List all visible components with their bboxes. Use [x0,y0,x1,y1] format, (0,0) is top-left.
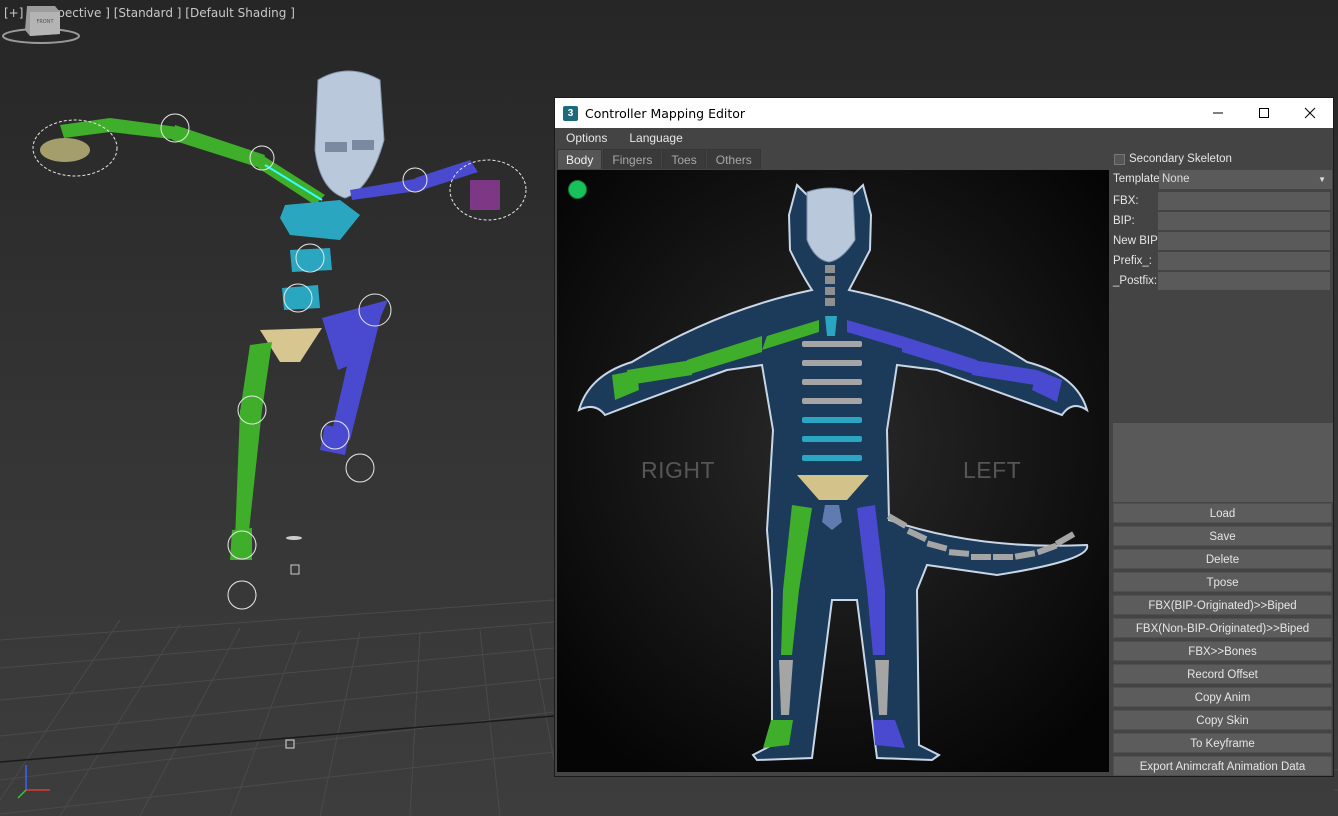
template-select[interactable]: None ▼ [1159,170,1332,189]
right-side-label: RIGHT [641,457,716,483]
fbx-bip-originated-to-biped-button[interactable]: FBX(BIP-Originated)>>Biped [1113,595,1332,615]
minimize-button[interactable] [1195,98,1241,128]
fbx-row: FBX: [1113,192,1332,211]
app-icon: 3 [563,105,578,121]
menu-language[interactable]: Language [618,131,693,145]
title-bar[interactable]: 3 Controller Mapping Editor [555,98,1333,128]
window-title: Controller Mapping Editor [585,105,746,121]
maximize-button[interactable] [1241,98,1287,128]
new-bip-row: New BIP: [1113,232,1332,251]
template-row: Template None ▼ [1113,170,1332,189]
viewcube-label: FRONT [36,19,54,25]
minimize-icon [1213,112,1223,114]
record-offset-button[interactable]: Record Offset [1113,664,1332,684]
scene-skeleton [32,70,527,749]
settings-panel: Secondary Skeleton Template None ▼ FBX: … [1113,150,1333,776]
copy-skin-button[interactable]: Copy Skin [1113,710,1332,730]
fbx-input[interactable] [1158,192,1330,210]
postfix-input[interactable] [1158,272,1330,290]
status-indicator [568,180,587,199]
tab-bar: Body Fingers Toes Others [557,149,762,169]
new-bip-label: New BIP: [1113,235,1161,247]
delete-button[interactable]: Delete [1113,549,1332,569]
fbx-non-bip-originated-to-biped-button[interactable]: FBX(Non-BIP-Originated)>>Biped [1113,618,1332,638]
tpose-button[interactable]: Tpose [1113,572,1332,592]
preview-area [1113,423,1333,502]
bip-row: BIP: [1113,212,1332,231]
prefix-input[interactable] [1158,252,1330,270]
secondary-skeleton-toggle[interactable]: Secondary Skeleton [1114,153,1232,165]
close-button[interactable] [1287,98,1333,128]
viewcube-icon[interactable]: FRONT [0,0,82,46]
fbx-label: FBX: [1113,195,1139,207]
menu-bar: Options Language [555,128,1333,147]
prefix-label: Prefix_: [1113,255,1152,267]
postfix-row: _Postfix: [1113,272,1332,291]
chevron-down-icon: ▼ [1318,175,1326,184]
tab-body[interactable]: Body [557,149,603,169]
menu-options[interactable]: Options [555,131,618,145]
mapping-canvas[interactable]: RIGHT LEFT [557,170,1109,772]
save-button[interactable]: Save [1113,526,1332,546]
body-map-diagram [557,170,1109,772]
tab-fingers[interactable]: Fingers [603,149,662,169]
export-animcraft-animation-data-button[interactable]: Export Animcraft Animation Data [1113,756,1332,776]
template-label: Template [1113,173,1160,185]
tab-others[interactable]: Others [706,149,761,169]
to-keyframe-button[interactable]: To Keyframe [1113,733,1332,753]
prefix-row: Prefix_: [1113,252,1332,271]
new-bip-input[interactable] [1158,232,1330,250]
copy-anim-button[interactable]: Copy Anim [1113,687,1332,707]
postfix-label: _Postfix: [1113,275,1158,287]
bip-input[interactable] [1158,212,1330,230]
secondary-skeleton-checkbox[interactable] [1114,153,1125,165]
load-button[interactable]: Load [1113,503,1332,523]
bip-label: BIP: [1113,215,1135,227]
tab-toes[interactable]: Toes [662,149,706,169]
close-icon [1304,107,1316,119]
template-value: None [1162,173,1190,185]
secondary-skeleton-label: Secondary Skeleton [1129,153,1232,165]
controller-mapping-editor-window: 3 Controller Mapping Editor Options Lang… [554,97,1334,777]
left-side-label: LEFT [963,457,1022,483]
maximize-icon [1259,108,1269,118]
axis-gizmo [17,765,50,799]
fbx-to-bones-button[interactable]: FBX>>Bones [1113,641,1332,661]
